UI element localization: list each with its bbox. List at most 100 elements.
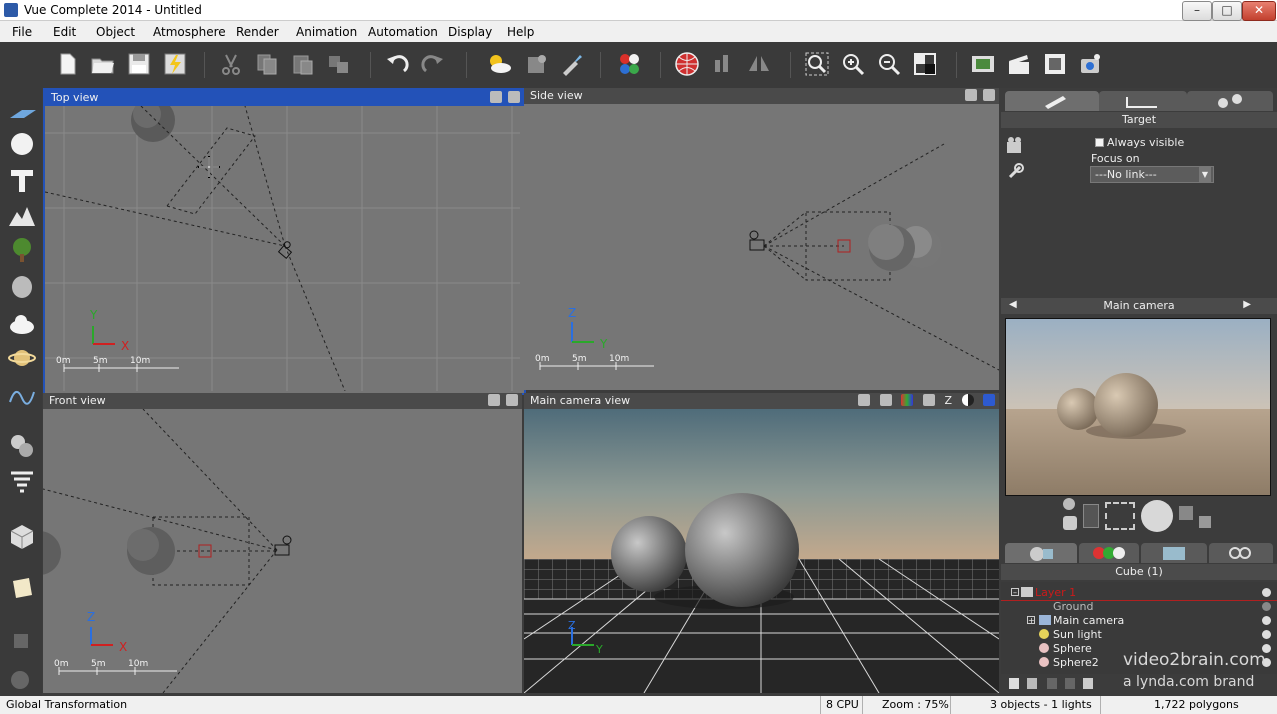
top-view-canvas[interactable]: Y X 0m 5m 10m xyxy=(45,98,520,392)
group-icon[interactable] xyxy=(8,666,36,694)
tab-links[interactable] xyxy=(1187,91,1273,111)
film-strip-icon[interactable] xyxy=(970,51,996,77)
new-file-icon[interactable] xyxy=(54,51,80,77)
render-area-icon[interactable] xyxy=(879,394,892,406)
cube-icon[interactable] xyxy=(8,522,36,550)
camera-viewport[interactable]: Main camera view Z Z Y xyxy=(524,393,999,693)
tree-icon[interactable] xyxy=(8,236,36,264)
viewport-maximize-icon[interactable] xyxy=(506,394,518,406)
note-icon[interactable] xyxy=(8,574,36,602)
visibility-icon[interactable] xyxy=(1262,588,1271,597)
save-render-icon[interactable] xyxy=(983,394,995,406)
frame-all-icon[interactable] xyxy=(1105,502,1135,530)
link-object-icon[interactable] xyxy=(1047,678,1057,689)
always-visible-checkbox[interactable] xyxy=(1095,138,1104,147)
lock-icon[interactable] xyxy=(1262,602,1271,611)
menu-help[interactable]: Help xyxy=(507,25,534,39)
menu-edit[interactable]: Edit xyxy=(53,25,76,39)
zoom-icon[interactable] xyxy=(1063,498,1075,510)
close-button[interactable]: ✕ xyxy=(1242,1,1276,21)
save-icon[interactable] xyxy=(126,51,152,77)
material-icon[interactable] xyxy=(523,51,549,77)
duplicate-icon[interactable] xyxy=(326,51,352,77)
curve-icon[interactable] xyxy=(8,382,36,410)
menu-animation[interactable]: Animation xyxy=(296,25,357,39)
mirror-icon[interactable] xyxy=(746,51,772,77)
zoom-frame-icon[interactable] xyxy=(804,51,830,77)
atmosphere-icon[interactable] xyxy=(486,51,512,77)
tab-materials[interactable] xyxy=(1079,543,1139,563)
lightning-save-icon[interactable] xyxy=(162,51,188,77)
rock-icon[interactable] xyxy=(8,272,36,300)
viewport-camera-icon[interactable] xyxy=(965,89,977,101)
tree-row-sunlight[interactable]: Sun light xyxy=(1001,628,1277,642)
zoom-in-icon[interactable] xyxy=(840,51,866,77)
menu-display[interactable]: Display xyxy=(448,25,492,39)
collapse-icon[interactable]: – xyxy=(1011,588,1019,597)
hierarchy-icon[interactable] xyxy=(1083,678,1093,689)
maximize-button[interactable]: □ xyxy=(1212,1,1242,21)
viewport-camera-icon[interactable] xyxy=(488,394,500,406)
brush-icon[interactable] xyxy=(559,51,585,77)
color-bars-icon[interactable] xyxy=(901,394,914,406)
next-camera-icon[interactable]: ▶ xyxy=(1243,299,1251,310)
viewport-maximize-icon[interactable] xyxy=(983,89,995,101)
contrast-icon[interactable] xyxy=(961,394,974,406)
metablob-icon[interactable] xyxy=(8,432,36,460)
tab-edit[interactable] xyxy=(1005,91,1099,111)
camera-render-canvas[interactable]: Z Y xyxy=(524,409,999,693)
stack-icon[interactable] xyxy=(8,628,36,656)
render-globe-icon[interactable] xyxy=(674,51,700,77)
orbit-icon[interactable] xyxy=(1141,500,1173,532)
visibility-icon[interactable] xyxy=(1262,616,1271,625)
fit-icon[interactable] xyxy=(912,51,938,77)
text-icon[interactable] xyxy=(8,166,36,194)
unlink-icon[interactable] xyxy=(1065,678,1075,689)
menu-automation[interactable]: Automation xyxy=(368,25,438,39)
planet-icon[interactable] xyxy=(8,344,36,372)
side-viewport[interactable]: Side view Z Y 0m 5m 10m xyxy=(524,88,999,390)
tree-row-layer[interactable]: – Layer 1 xyxy=(1001,586,1277,601)
play-icon[interactable] xyxy=(1179,506,1193,520)
clapper-icon[interactable] xyxy=(1006,51,1032,77)
cut-icon[interactable] xyxy=(218,51,244,77)
redo-icon[interactable] xyxy=(420,51,446,77)
viewport-camera-icon[interactable] xyxy=(858,394,871,406)
top-viewport[interactable]: Top view Y X 0m 5m 10m xyxy=(43,88,526,395)
undo-icon[interactable] xyxy=(384,51,410,77)
menu-object[interactable]: Object xyxy=(96,25,135,39)
tree-row-ground[interactable]: Ground xyxy=(1001,600,1277,614)
hand-icon[interactable] xyxy=(1063,516,1077,530)
render-camera-icon[interactable] xyxy=(1078,51,1104,77)
cloud-icon[interactable] xyxy=(8,310,36,338)
new-layer-icon[interactable] xyxy=(1009,678,1019,689)
color-balls-icon[interactable] xyxy=(616,51,642,77)
tree-row-camera[interactable]: + Main camera xyxy=(1001,614,1277,628)
chevron-down-icon[interactable]: ▼ xyxy=(1199,167,1211,182)
trash-icon[interactable] xyxy=(1027,678,1037,689)
sphere-icon[interactable] xyxy=(8,130,36,158)
z-toggle[interactable]: Z xyxy=(944,394,952,407)
tornado-icon[interactable] xyxy=(8,468,36,496)
frame-icon[interactable] xyxy=(1042,51,1068,77)
camera-target-icon[interactable] xyxy=(1005,136,1025,156)
menu-render[interactable]: Render xyxy=(236,25,279,39)
move-vertical-icon[interactable] xyxy=(1083,504,1099,528)
front-viewport[interactable]: Front view Z X 0m 5m 10m xyxy=(43,393,522,693)
target-icon[interactable] xyxy=(1199,516,1211,528)
expand-icon[interactable]: + xyxy=(1027,616,1035,625)
zoom-out-icon[interactable] xyxy=(876,51,902,77)
tab-links-world[interactable] xyxy=(1209,543,1273,563)
open-folder-icon[interactable] xyxy=(90,51,116,77)
tab-textures[interactable] xyxy=(1141,543,1207,563)
menu-atmosphere[interactable]: Atmosphere xyxy=(153,25,226,39)
side-view-canvas[interactable]: Z Y 0m 5m 10m xyxy=(524,104,999,390)
visibility-icon[interactable] xyxy=(1262,630,1271,639)
viewport-maximize-icon[interactable] xyxy=(508,91,520,103)
plane-icon[interactable] xyxy=(8,98,36,126)
tab-objects[interactable] xyxy=(1005,543,1077,563)
camera-preview[interactable] xyxy=(1005,318,1271,496)
gradient-icon[interactable] xyxy=(922,394,935,406)
link-icon[interactable] xyxy=(1005,162,1025,182)
paste-icon[interactable] xyxy=(290,51,316,77)
